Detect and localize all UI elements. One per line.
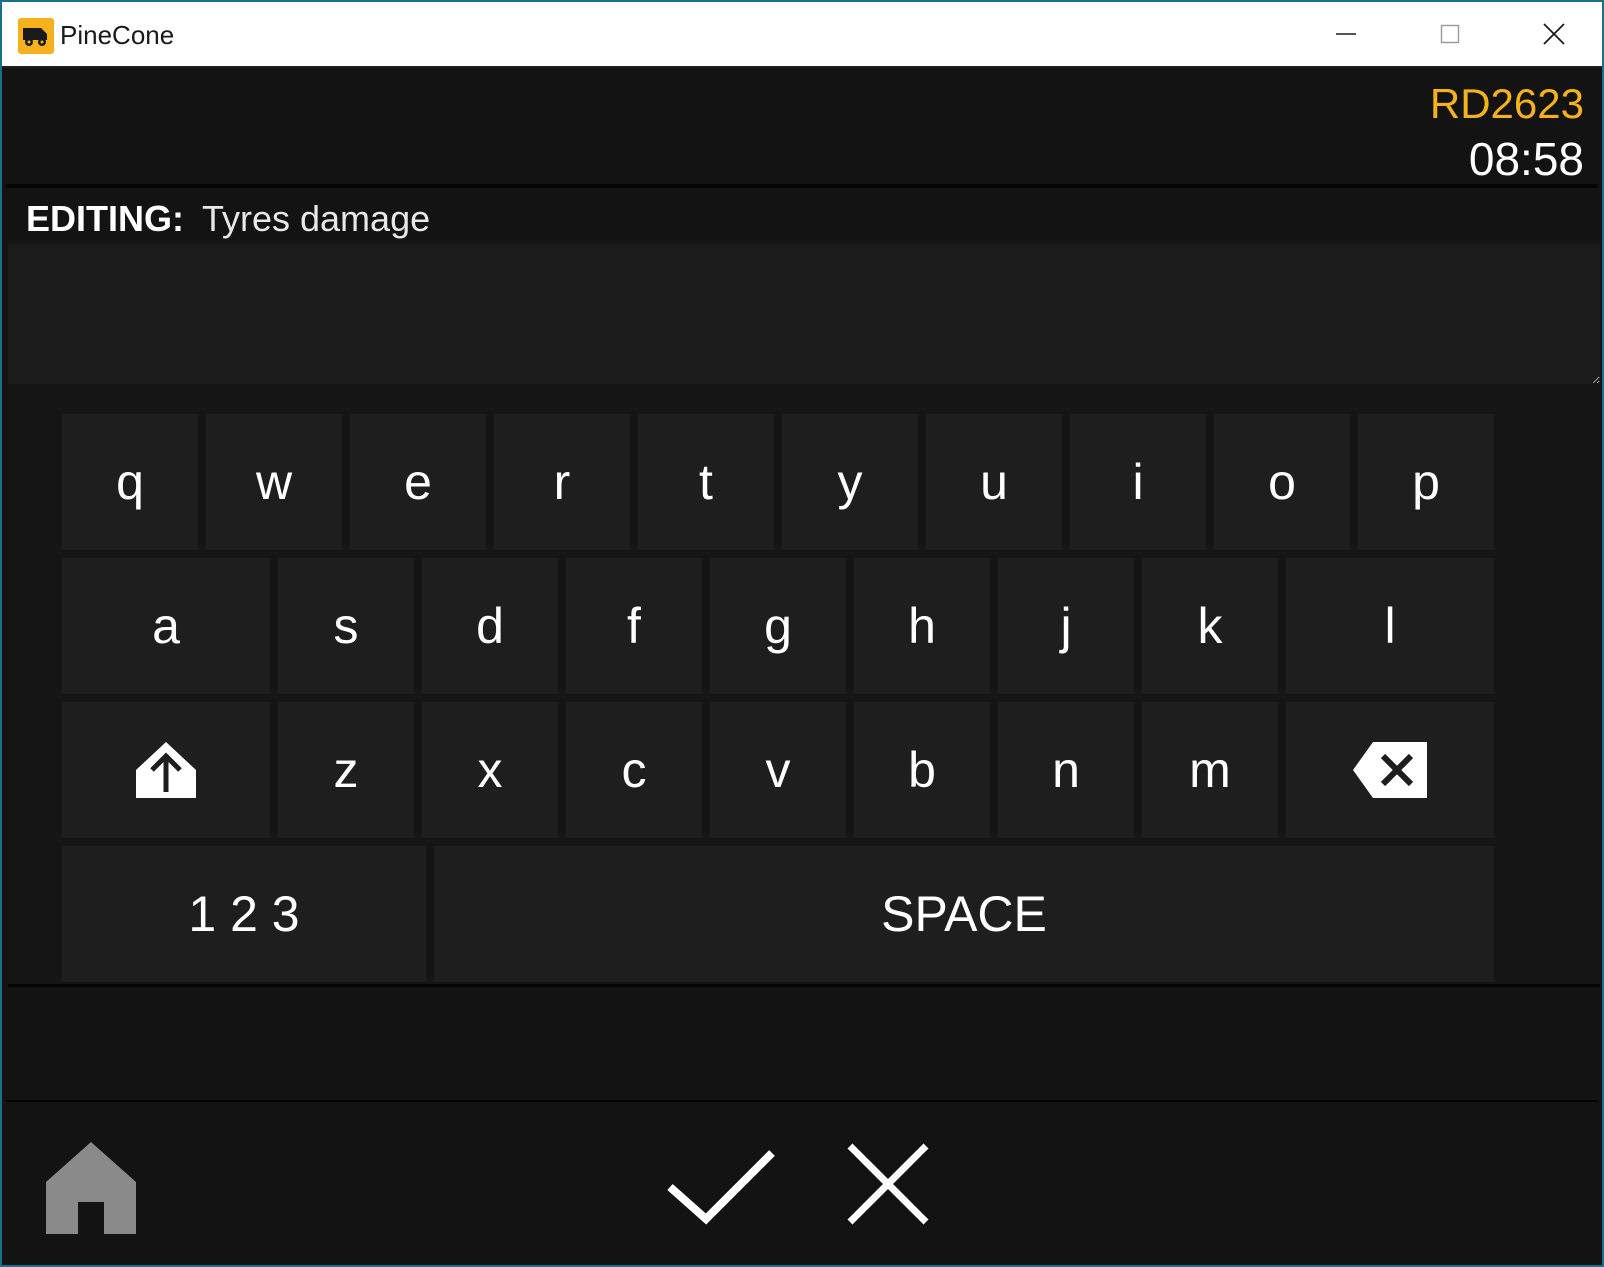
close-x-icon: [847, 1143, 929, 1225]
key-f[interactable]: f: [566, 558, 702, 694]
clock-time: 08:58: [1468, 133, 1584, 185]
key-y[interactable]: y: [782, 414, 918, 550]
key-z[interactable]: z: [278, 702, 414, 838]
editing-row: EDITING: Tyres damage: [26, 198, 431, 239]
close-icon: [1543, 23, 1565, 45]
app-header: RD2623 08:58: [6, 68, 1598, 188]
key-w[interactable]: w: [206, 414, 342, 550]
confirm-button[interactable]: [666, 1147, 776, 1232]
pinecone-app-icon: [18, 18, 54, 54]
key-h[interactable]: h: [854, 558, 990, 694]
app-window: PineCone RD2623 08:58 EDITING: Tyres dama…: [0, 0, 1604, 1267]
shift-key[interactable]: [62, 702, 270, 838]
key-q[interactable]: q: [62, 414, 198, 550]
key-d[interactable]: d: [422, 558, 558, 694]
key-g[interactable]: g: [710, 558, 846, 694]
cancel-button[interactable]: [846, 1142, 930, 1231]
maximize-button[interactable]: [1398, 2, 1502, 66]
key-c[interactable]: c: [566, 702, 702, 838]
home-button[interactable]: [46, 1142, 136, 1239]
key-s[interactable]: s: [278, 558, 414, 694]
key-a[interactable]: a: [62, 558, 270, 694]
key-o[interactable]: o: [1214, 414, 1350, 550]
key-b[interactable]: b: [854, 702, 990, 838]
key-m[interactable]: m: [1142, 702, 1278, 838]
home-icon: [46, 1142, 136, 1234]
key-t[interactable]: t: [638, 414, 774, 550]
shift-arrow-up-icon: [136, 742, 196, 798]
key-k[interactable]: k: [1142, 558, 1278, 694]
key-i[interactable]: i: [1070, 414, 1206, 550]
close-button[interactable]: [1502, 2, 1602, 66]
title-bar: PineCone: [2, 2, 1602, 68]
numbers-key[interactable]: 1 2 3: [62, 846, 426, 982]
key-x[interactable]: x: [422, 702, 558, 838]
key-v[interactable]: v: [710, 702, 846, 838]
key-p[interactable]: p: [1358, 414, 1494, 550]
maximize-icon: [1440, 24, 1460, 44]
key-j[interactable]: j: [998, 558, 1134, 694]
minimize-icon: [1336, 33, 1356, 35]
window-title: PineCone: [60, 20, 175, 50]
editing-field-name: Tyres damage: [202, 198, 431, 239]
backspace-icon: [1353, 742, 1427, 798]
minimize-button[interactable]: [1294, 2, 1398, 66]
key-e[interactable]: e: [350, 414, 486, 550]
editing-label: EDITING:: [26, 198, 184, 239]
footer-bar: [6, 1100, 1598, 1261]
vehicle-code: RD2623: [1429, 80, 1584, 127]
key-n[interactable]: n: [998, 702, 1134, 838]
key-u[interactable]: u: [926, 414, 1062, 550]
backspace-key[interactable]: [1286, 702, 1494, 838]
checkmark-icon: [667, 1150, 775, 1225]
key-l[interactable]: l: [1286, 558, 1494, 694]
space-key[interactable]: SPACE: [434, 846, 1494, 982]
text-input[interactable]: [8, 244, 1600, 384]
key-r[interactable]: r: [494, 414, 630, 550]
